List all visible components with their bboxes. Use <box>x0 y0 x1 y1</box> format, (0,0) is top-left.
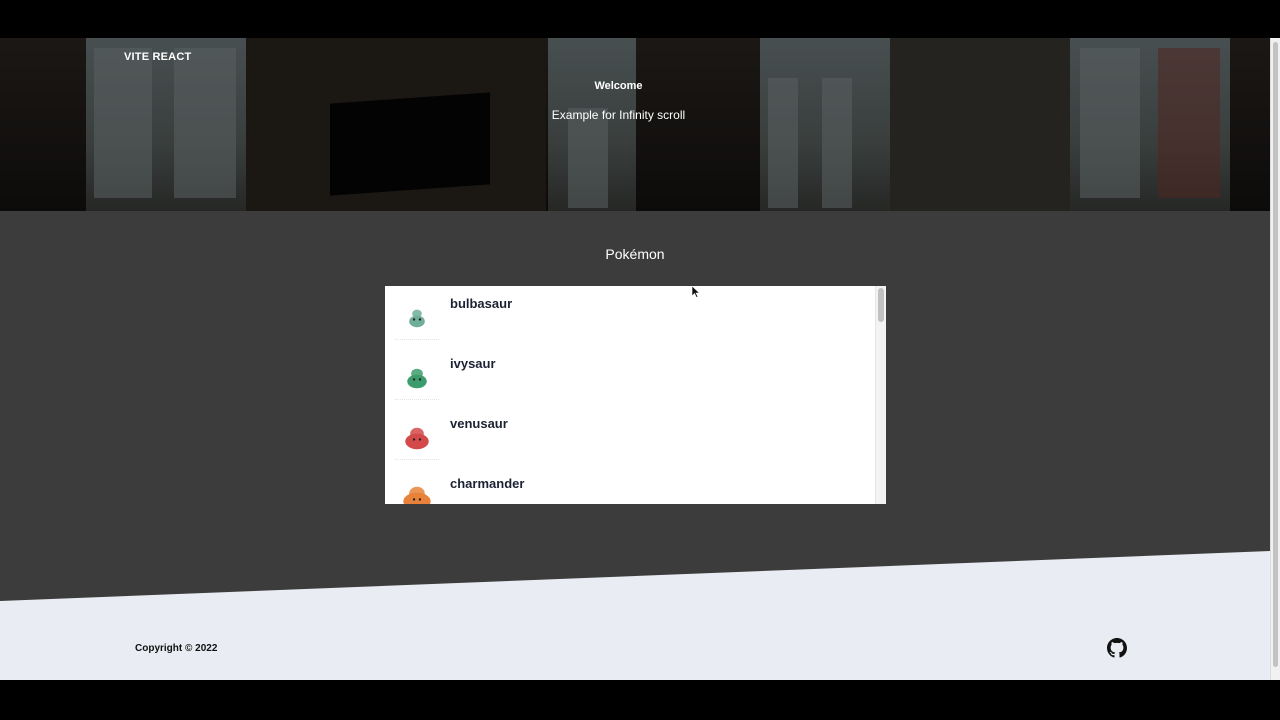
brand-logo[interactable]: VITE REACT <box>124 51 191 63</box>
hero-banner: VITE REACT Welcome Example for Infinity … <box>0 38 1270 211</box>
mouse-cursor-icon <box>692 286 700 298</box>
page-scrollbar-thumb[interactable] <box>1273 42 1278 667</box>
pokemon-sprite-icon <box>403 486 431 504</box>
list-scrollbar[interactable] <box>875 286 886 504</box>
list-item[interactable]: bulbasaur <box>385 286 875 346</box>
list-item[interactable]: charmander <box>385 466 875 504</box>
pokemon-list[interactable]: bulbasaur ivysaur venusaur charmander <box>385 286 886 504</box>
pokemon-name: bulbasaur <box>450 296 513 311</box>
hero-title: Welcome <box>594 80 643 92</box>
github-icon[interactable] <box>1107 638 1127 658</box>
pokemon-sprite-icon <box>395 368 439 400</box>
hero-subtitle: Example for Infinity scroll <box>551 108 686 122</box>
pokemon-sprite-icon <box>395 427 439 460</box>
list-scrollbar-thumb[interactable] <box>878 288 884 322</box>
list-item[interactable]: venusaur <box>385 406 875 466</box>
pokemon-sprite-icon <box>395 309 439 340</box>
pokemon-name: ivysaur <box>450 356 496 371</box>
copyright-text: Copyright © 2022 <box>135 643 218 654</box>
page-scrollbar[interactable] <box>1270 38 1280 680</box>
section-title: Pokémon <box>605 246 665 262</box>
pokemon-name: charmander <box>450 476 525 491</box>
footer-background <box>0 551 1270 680</box>
list-item[interactable]: ivysaur <box>385 346 875 406</box>
pokemon-name: venusaur <box>450 416 508 431</box>
page-viewport: VITE REACT Welcome Example for Infinity … <box>0 38 1270 680</box>
